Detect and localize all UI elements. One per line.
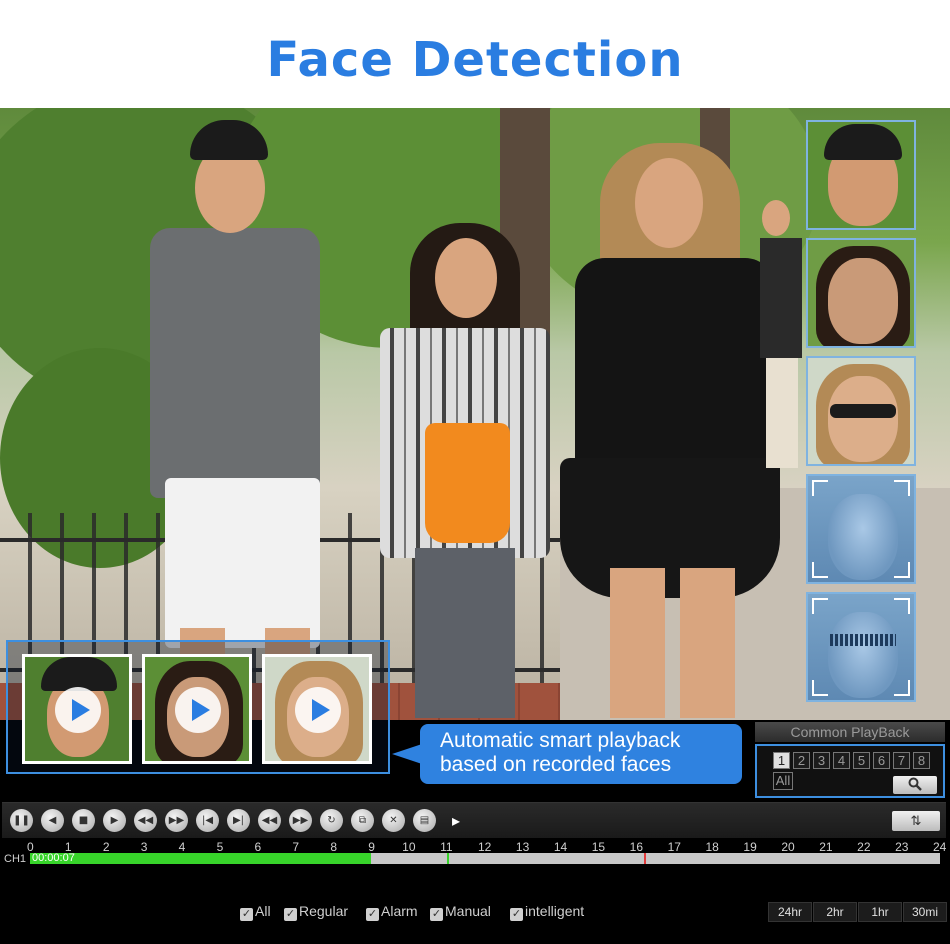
previous-frame-icon[interactable]: |◀ [196,809,219,832]
channel-label: CH1 [4,853,27,865]
filter-alarm[interactable]: ✓ Alarm [366,903,418,921]
common-playback-panel: 12345678 All [755,744,945,798]
face-playback-thumb-1[interactable] [22,654,132,764]
filter-label: All [255,903,271,919]
range-button-2hr[interactable]: 2hr [813,902,857,922]
checkbox-icon[interactable]: ✓ [510,908,523,921]
smart-playback-callout: Automatic smart playback based on record… [420,724,742,784]
recorded-segment [30,853,372,864]
callout-line-2: based on recorded faces [440,753,672,776]
timeline-track[interactable]: 00:00:07 [30,852,940,864]
checkbox-icon[interactable]: ✓ [284,908,297,921]
filter-intelligent[interactable]: ✓ intelligent [510,903,584,921]
play-icon[interactable] [55,687,101,733]
hour-label: 23 [895,840,909,854]
detected-face-2[interactable] [806,238,916,348]
hour-label: 8 [330,840,338,854]
close-icon[interactable]: ✕ [382,809,405,832]
face-playback-thumb-3[interactable] [262,654,372,764]
timeline: 0 1 2 3 4 5 6 7 8 9 10 11 12 13 14 15 16 17 18 19 20 21 22 23 24… [0,838,950,898]
filter-label: intelligent [525,903,585,919]
current-time: 00:00:07 [32,852,75,864]
hour-label: 14 [553,840,568,854]
hour-label: 17 [667,840,681,854]
filter-label: Manual [445,903,491,919]
channel-button-5[interactable]: 5 [853,752,870,769]
playback-control-bar: ❚❚ ◀ ■ ▶ ◀◀ ▶▶ |◀ ▶| ◀◀ ▶▶ ↻ ⧉ ✕ ▤ ▸ ⇅ [2,802,946,838]
next-frame-icon[interactable]: ▶| [227,809,250,832]
range-button-1hr[interactable]: 1hr [858,902,902,922]
face-playback-thumb-2[interactable] [142,654,252,764]
hour-label: 10 [402,840,416,854]
play-icon[interactable] [175,687,221,733]
hour-label: 19 [743,840,757,854]
filter-all[interactable]: ✓ All [240,903,271,921]
save-icon[interactable]: ▤ [413,809,436,832]
stop-icon[interactable]: ■ [72,809,95,832]
channel-button-4[interactable]: 4 [833,752,850,769]
clip-icon[interactable]: ⧉ [351,809,374,832]
page-title: Face Detection [266,32,684,88]
filter-label: Regular [299,903,349,919]
callout-line-1: Automatic smart playback [440,729,681,752]
hour-label: 21 [819,840,833,854]
channel-button-1[interactable]: 1 [773,752,790,769]
loop-icon[interactable]: ↻ [320,809,343,832]
checkbox-icon[interactable]: ✓ [240,908,253,921]
hour-label: 13 [515,840,530,854]
hour-label: 4 [178,840,186,854]
detected-faces-strip [806,120,916,710]
hour-label: 6 [254,840,262,854]
hour-label: 20 [781,840,795,854]
filter-regular[interactable]: ✓ Regular [284,903,348,921]
fast-forward-icon[interactable]: ▶▶ [165,809,188,832]
common-playback-title: Common PlayBack [755,722,945,742]
play-icon[interactable]: ▶ [103,809,126,832]
face-scan-1 [806,474,916,584]
hour-label: 3 [140,840,148,854]
hour-label: 24 [933,840,947,854]
checkbox-icon[interactable]: ✓ [430,908,443,921]
filter-label: Alarm [381,903,418,919]
hour-label: 9 [368,840,375,854]
pause-icon[interactable]: ❚❚ [10,809,33,832]
hour-label: 16 [629,840,644,854]
face-playback-thumbnails [6,640,390,774]
search-icon [908,777,922,791]
callout-pointer [392,744,422,764]
all-channels-button[interactable]: All [773,772,793,790]
filter-manual[interactable]: ✓ Manual [430,903,491,921]
hour-label: 12 [478,840,492,854]
expand-arrow-icon[interactable]: ▸ [452,811,460,831]
channel-button-2[interactable]: 2 [793,752,810,769]
hour-label: 11 [440,840,453,854]
range-button-24hr[interactable]: 24hr [768,902,812,922]
channel-button-3[interactable]: 3 [813,752,830,769]
detected-face-1[interactable] [806,120,916,230]
range-button-30mi[interactable]: 30mi [903,902,947,922]
hour-label: 2 [102,840,110,854]
face-scan-2 [806,592,916,702]
channel-button-6[interactable]: 6 [873,752,890,769]
checkbox-icon[interactable]: ✓ [366,908,379,921]
channel-button-8[interactable]: 8 [913,752,930,769]
hour-label: 15 [591,840,606,854]
sync-arrows-icon: ⇅ [910,813,922,828]
hour-label: 22 [857,840,871,854]
event-mark [447,853,450,864]
event-mark [644,853,647,864]
hour-label: 7 [292,840,300,854]
play-icon[interactable] [295,687,341,733]
skip-forward-icon[interactable]: ▶▶ [289,809,312,832]
rewind-play-icon[interactable]: ◀ [41,809,64,832]
channel-button-7[interactable]: 7 [893,752,910,769]
hour-label: 5 [216,840,224,854]
fast-rewind-icon[interactable]: ◀◀ [134,809,157,832]
hour-label: 18 [705,840,719,854]
detected-face-3[interactable] [806,356,916,466]
sync-button[interactable]: ⇅ [892,811,940,831]
skip-back-icon[interactable]: ◀◀ [258,809,281,832]
search-button[interactable] [893,776,937,794]
